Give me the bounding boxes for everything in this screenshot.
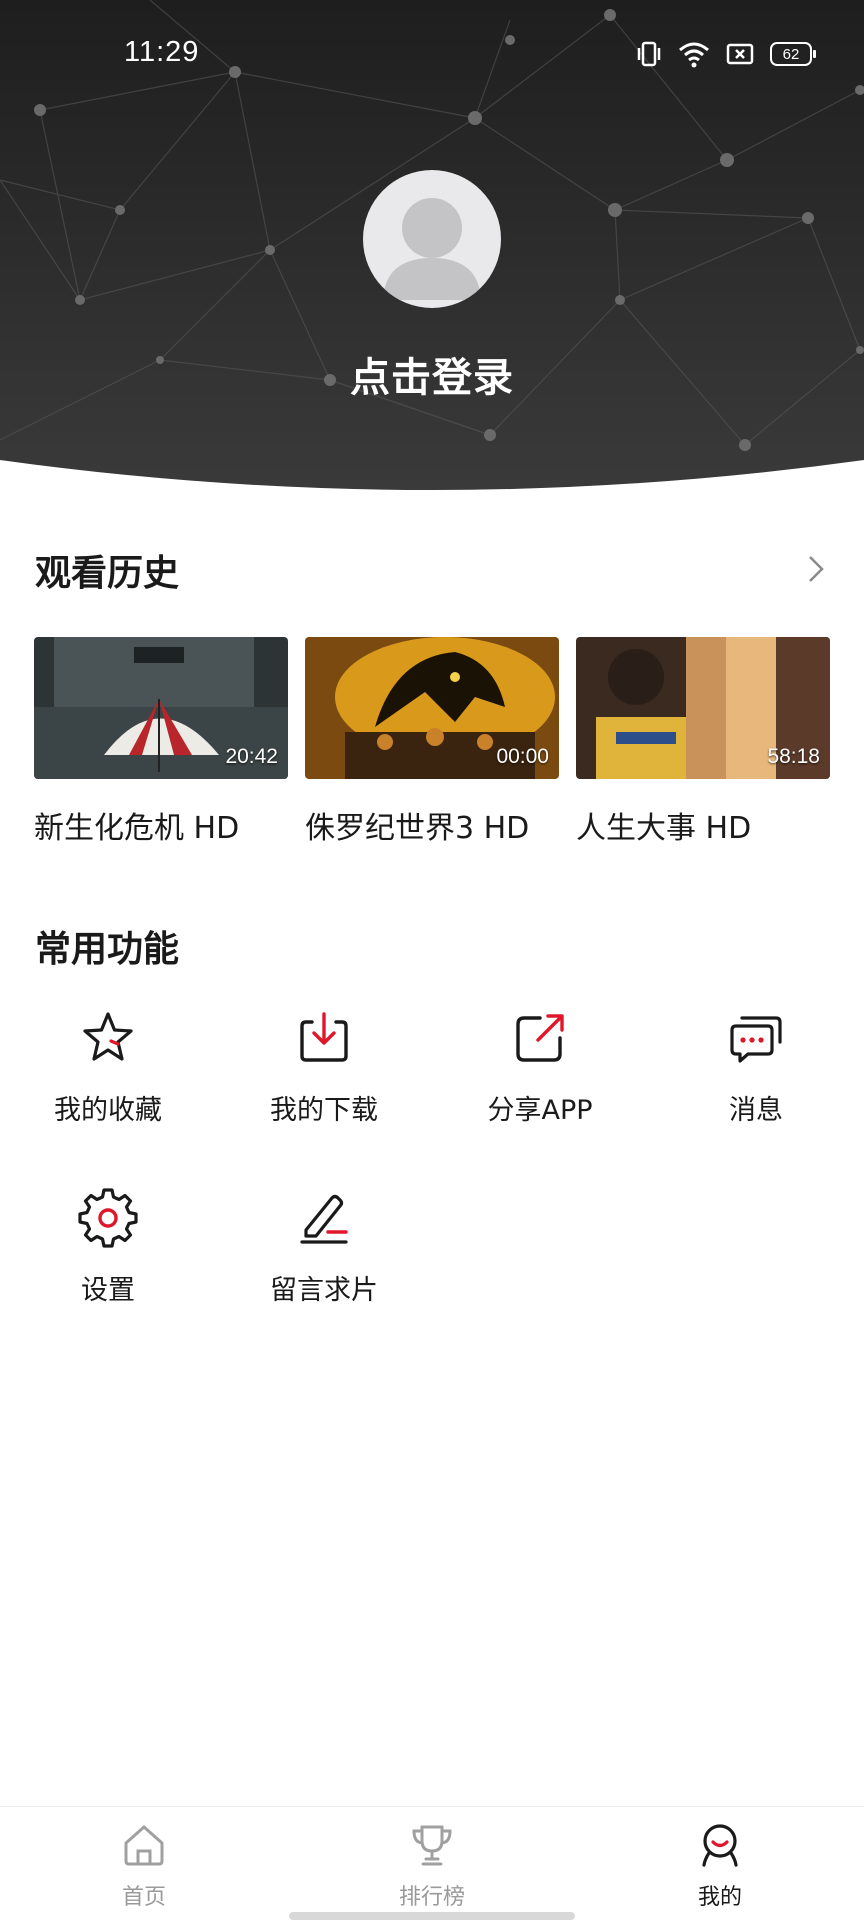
profile-icon	[702, 1824, 738, 1867]
tab-label: 首页	[121, 1885, 166, 1910]
history-thumbnail[interactable]: 20:42	[34, 637, 288, 779]
tab-label: 排行榜	[398, 1885, 465, 1910]
history-item[interactable]: 00:00 侏罗纪世界3 HD	[305, 637, 559, 847]
star-icon	[83, 1012, 133, 1061]
downloads-button[interactable]: 我的下载	[216, 1008, 432, 1127]
history-thumbnail[interactable]: 58:18	[576, 637, 830, 779]
login-button[interactable]: 点击登录	[0, 345, 864, 403]
bottom-tab-bar: 首页 排行榜 我的	[0, 1806, 864, 1920]
function-label: 留言求片	[270, 1275, 378, 1306]
message-icon	[730, 1016, 782, 1063]
tab-ranking[interactable]: 排行榜	[288, 1807, 576, 1920]
sim-icon	[726, 43, 754, 65]
history-thumbnail[interactable]: 00:00	[305, 637, 559, 779]
history-duration: 58:18	[767, 745, 820, 768]
status-time: 11:29	[124, 36, 200, 68]
history-list: 20:42 新生化危机 HD 00:00 侏罗纪世界3 HD 58:18 人生大…	[34, 637, 830, 847]
function-label: 我的收藏	[54, 1095, 162, 1126]
edit-icon	[300, 1194, 348, 1244]
profile-header: 11:29 62 点击登录	[0, 0, 864, 500]
avatar[interactable]	[363, 170, 501, 308]
download-icon	[300, 1012, 348, 1062]
request-movie-button[interactable]: 留言求片	[216, 1188, 432, 1307]
status-icons: 62	[636, 40, 816, 68]
tab-home[interactable]: 首页	[0, 1807, 288, 1920]
gear-icon	[78, 1188, 138, 1248]
messages-button[interactable]: 消息	[648, 1008, 864, 1127]
function-label: 设置	[81, 1275, 135, 1306]
history-title: 侏罗纪世界3 HD	[305, 811, 530, 846]
history-title: 人生大事 HD	[576, 811, 752, 846]
default-avatar-icon	[383, 198, 481, 300]
history-duration: 20:42	[225, 745, 278, 768]
vibrate-icon	[637, 41, 661, 67]
favorites-button[interactable]: 我的收藏	[0, 1008, 216, 1127]
status-bar: 11:29 62	[0, 0, 864, 110]
history-item[interactable]: 20:42 新生化危机 HD	[34, 637, 288, 847]
tab-label: 我的	[697, 1885, 742, 1910]
share-app-button[interactable]: 分享APP	[432, 1008, 648, 1127]
tab-mine[interactable]: 我的	[576, 1807, 864, 1920]
history-title: 新生化危机 HD	[34, 811, 240, 846]
history-duration: 00:00	[496, 745, 549, 768]
function-label: 消息	[729, 1095, 783, 1126]
settings-button[interactable]: 设置	[0, 1188, 216, 1307]
home-icon	[124, 1825, 164, 1866]
chevron-right-icon[interactable]	[804, 552, 828, 586]
function-label: 我的下载	[270, 1095, 378, 1126]
functions-section-title: 常用功能	[35, 929, 180, 970]
home-indicator[interactable]	[289, 1912, 575, 1920]
share-icon	[516, 1014, 564, 1062]
function-label: 分享APP	[487, 1095, 593, 1126]
history-section-title: 观看历史	[35, 553, 180, 594]
trophy-icon	[412, 1825, 452, 1866]
history-item[interactable]: 58:18 人生大事 HD	[576, 637, 830, 847]
battery-icon: 62	[770, 42, 816, 66]
wifi-icon	[679, 42, 709, 68]
